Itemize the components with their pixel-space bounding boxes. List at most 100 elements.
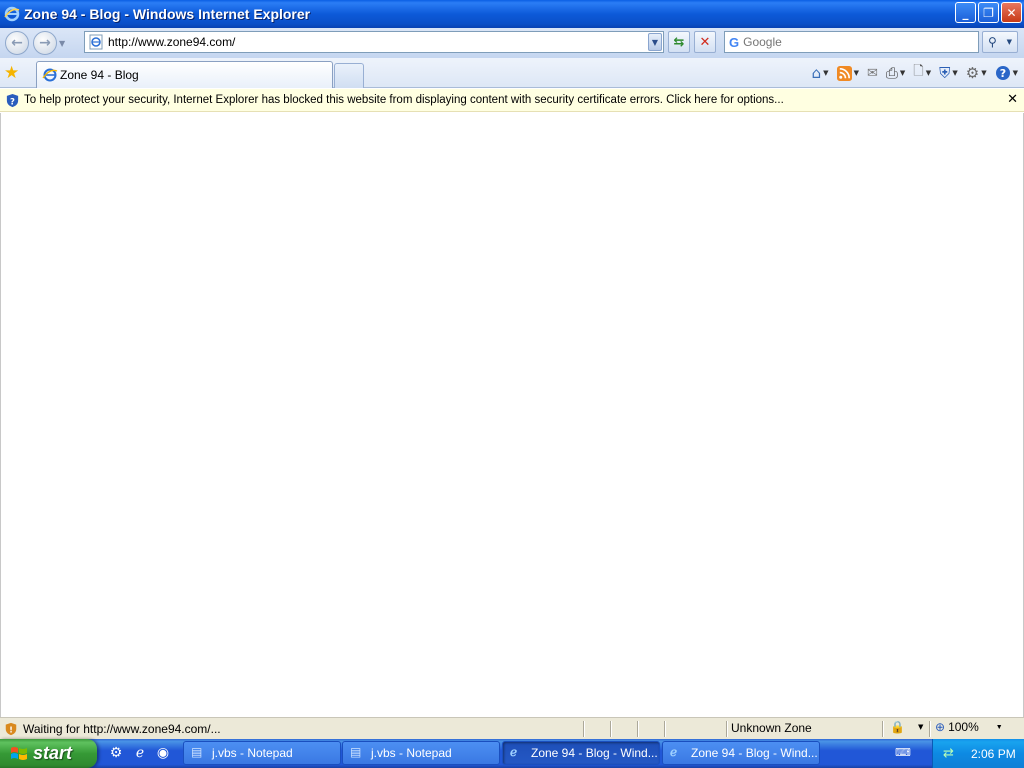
- taskbar-item-ie[interactable]: ℯ Zone 94 - Blog - Wind...: [662, 741, 820, 765]
- search-box[interactable]: G: [724, 31, 979, 53]
- quicklaunch-ie-icon[interactable]: ℯ: [130, 743, 150, 763]
- page-ie-icon: [89, 34, 103, 50]
- mail-icon: ✉: [866, 65, 878, 81]
- tab-zone94-blog[interactable]: Zone 94 - Blog: [36, 61, 333, 88]
- tab-ie-icon: [42, 68, 58, 82]
- status-divider: [882, 721, 883, 737]
- new-tab-button[interactable]: [334, 63, 364, 88]
- page-dropdown-icon[interactable]: ▼: [926, 69, 931, 77]
- taskbar-item-notepad[interactable]: ▤ j.vbs - Notepad: [183, 741, 341, 765]
- protected-mode-button[interactable]: 🔒 ▼: [890, 720, 923, 734]
- google-icon: G: [729, 34, 740, 50]
- search-options-dropdown-icon[interactable]: ▼: [1007, 38, 1012, 46]
- windows-flag-icon: [11, 746, 27, 760]
- zoom-magnifier-icon: ⊕: [935, 720, 946, 734]
- tab-toolbar: ★ Zone 94 - Blog ⌂ ▼ ▼ ✉ ⎙ ▼ 🗋 ▼ ⛨ ▼ ⚙ ▼…: [0, 58, 1024, 88]
- address-dropdown-icon[interactable]: ▼: [648, 33, 662, 51]
- zoom-dropdown-icon[interactable]: ▼: [996, 724, 1003, 731]
- forward-button[interactable]: →: [33, 31, 57, 55]
- recent-pages-dropdown-icon[interactable]: ▼: [59, 39, 65, 48]
- information-bar[interactable]: ? To help protect your security, Interne…: [0, 89, 1024, 112]
- ie-icon: ℯ: [510, 745, 518, 759]
- notepad-icon: ▤: [191, 745, 203, 759]
- quicklaunch-explorer-icon[interactable]: ⚙: [106, 743, 126, 763]
- tools-menu-button[interactable]: ⚙ ▼: [964, 64, 989, 82]
- security-zone-label[interactable]: Unknown Zone: [731, 721, 812, 735]
- rss-feed-icon: [836, 65, 852, 81]
- status-divider: [726, 721, 727, 737]
- page-menu-button[interactable]: 🗋 ▼: [911, 62, 933, 84]
- zoom-control[interactable]: ⊕ 100% ▼: [935, 720, 1003, 734]
- print-dropdown-icon[interactable]: ▼: [900, 69, 905, 77]
- ie-icon: [4, 6, 20, 22]
- page-content-area[interactable]: [0, 113, 1024, 717]
- status-text: Waiting for http://www.zone94.com/...: [23, 721, 221, 736]
- notepad-icon: ▤: [350, 745, 362, 759]
- safety-dropdown-icon[interactable]: ▼: [952, 69, 957, 77]
- back-button[interactable]: ←: [5, 31, 29, 55]
- taskbar-item-label: j.vbs - Notepad: [371, 746, 452, 760]
- command-bar: ⌂ ▼ ▼ ✉ ⎙ ▼ 🗋 ▼ ⛨ ▼ ⚙ ▼ ? ▼: [810, 62, 1020, 84]
- minimize-button[interactable]: _: [955, 2, 976, 23]
- start-button[interactable]: start: [0, 739, 97, 768]
- back-arrow-icon: ←: [11, 35, 23, 51]
- search-input[interactable]: [743, 35, 964, 49]
- safety-menu-button[interactable]: ⛨ ▼: [937, 64, 960, 82]
- info-shield-icon: ?: [6, 93, 19, 107]
- home-dropdown-icon[interactable]: ▼: [823, 69, 828, 77]
- home-button[interactable]: ⌂ ▼: [810, 64, 831, 82]
- refresh-icon: ⇆: [673, 34, 685, 50]
- taskbar-item-label: j.vbs - Notepad: [212, 746, 293, 760]
- close-information-bar-icon[interactable]: ✕: [1007, 92, 1018, 107]
- address-toolbar: ← → ▼ http://www.zone94.com/ ▼ ⇆ ✕ G ⚲ ▼: [0, 28, 1024, 58]
- network-tray-icon[interactable]: ⇄: [943, 746, 959, 762]
- home-icon: ⌂: [811, 64, 822, 82]
- url-text[interactable]: http://www.zone94.com/: [108, 35, 648, 49]
- forward-arrow-icon: →: [39, 35, 51, 51]
- start-label: start: [33, 743, 73, 763]
- windows-taskbar: start ⚙ ℯ ◉ ▤ j.vbs - Notepad ▤ j.vbs - …: [0, 739, 1024, 768]
- gear-icon: ⚙: [965, 64, 980, 82]
- keyboard-language-icon[interactable]: ⌨: [895, 746, 913, 760]
- address-bar[interactable]: http://www.zone94.com/ ▼: [84, 31, 664, 53]
- help-dropdown-icon[interactable]: ▼: [1013, 69, 1018, 77]
- svg-text:!: !: [9, 725, 13, 734]
- stop-button[interactable]: ✕: [694, 31, 716, 53]
- svg-text:?: ?: [999, 67, 1005, 80]
- tools-dropdown-icon[interactable]: ▼: [981, 69, 986, 77]
- status-divider: [637, 721, 638, 737]
- status-divider: [583, 721, 584, 737]
- system-tray: ⇄ 2:06 PM: [932, 739, 1024, 768]
- refresh-button[interactable]: ⇆: [668, 31, 690, 53]
- favorites-star-icon[interactable]: ★: [4, 63, 19, 83]
- tab-label: Zone 94 - Blog: [60, 68, 139, 82]
- close-button[interactable]: ✕: [1001, 2, 1022, 23]
- help-menu-button[interactable]: ? ▼: [993, 65, 1020, 81]
- status-divider: [610, 721, 611, 737]
- svg-text:?: ?: [10, 96, 15, 106]
- protected-mode-dropdown-icon[interactable]: ▼: [918, 723, 923, 731]
- feeds-dropdown-icon[interactable]: ▼: [854, 69, 859, 77]
- taskbar-item-ie[interactable]: ℯ Zone 94 - Blog - Wind...: [502, 741, 660, 765]
- restore-button[interactable]: ❐: [978, 2, 999, 23]
- taskbar-item-label: Zone 94 - Blog - Wind...: [691, 746, 818, 760]
- stop-icon: ✕: [699, 34, 711, 50]
- ie-icon: ℯ: [670, 745, 678, 759]
- quicklaunch-media-player-icon[interactable]: ◉: [153, 743, 173, 763]
- print-button[interactable]: ⎙ ▼: [884, 64, 907, 82]
- search-icon: ⚲: [987, 35, 997, 49]
- taskbar-item-label: Zone 94 - Blog - Wind...: [531, 746, 658, 760]
- taskbar-item-notepad[interactable]: ▤ j.vbs - Notepad: [342, 741, 500, 765]
- clock[interactable]: 2:06 PM: [971, 747, 1016, 761]
- information-bar-message[interactable]: To help protect your security, Internet …: [24, 94, 784, 106]
- feeds-button[interactable]: ▼: [835, 65, 861, 81]
- printer-icon: ⎙: [885, 64, 898, 82]
- status-divider: [929, 721, 930, 737]
- safety-shield-icon: ⛨: [939, 64, 951, 82]
- zoom-level: 100%: [948, 720, 979, 734]
- title-bar[interactable]: Zone 94 - Blog - Windows Internet Explor…: [0, 0, 1024, 28]
- page-icon: 🗋: [913, 64, 924, 79]
- read-mail-button[interactable]: ✉: [865, 66, 880, 81]
- help-icon: ?: [995, 66, 1010, 80]
- search-button[interactable]: ⚲ ▼: [982, 31, 1018, 53]
